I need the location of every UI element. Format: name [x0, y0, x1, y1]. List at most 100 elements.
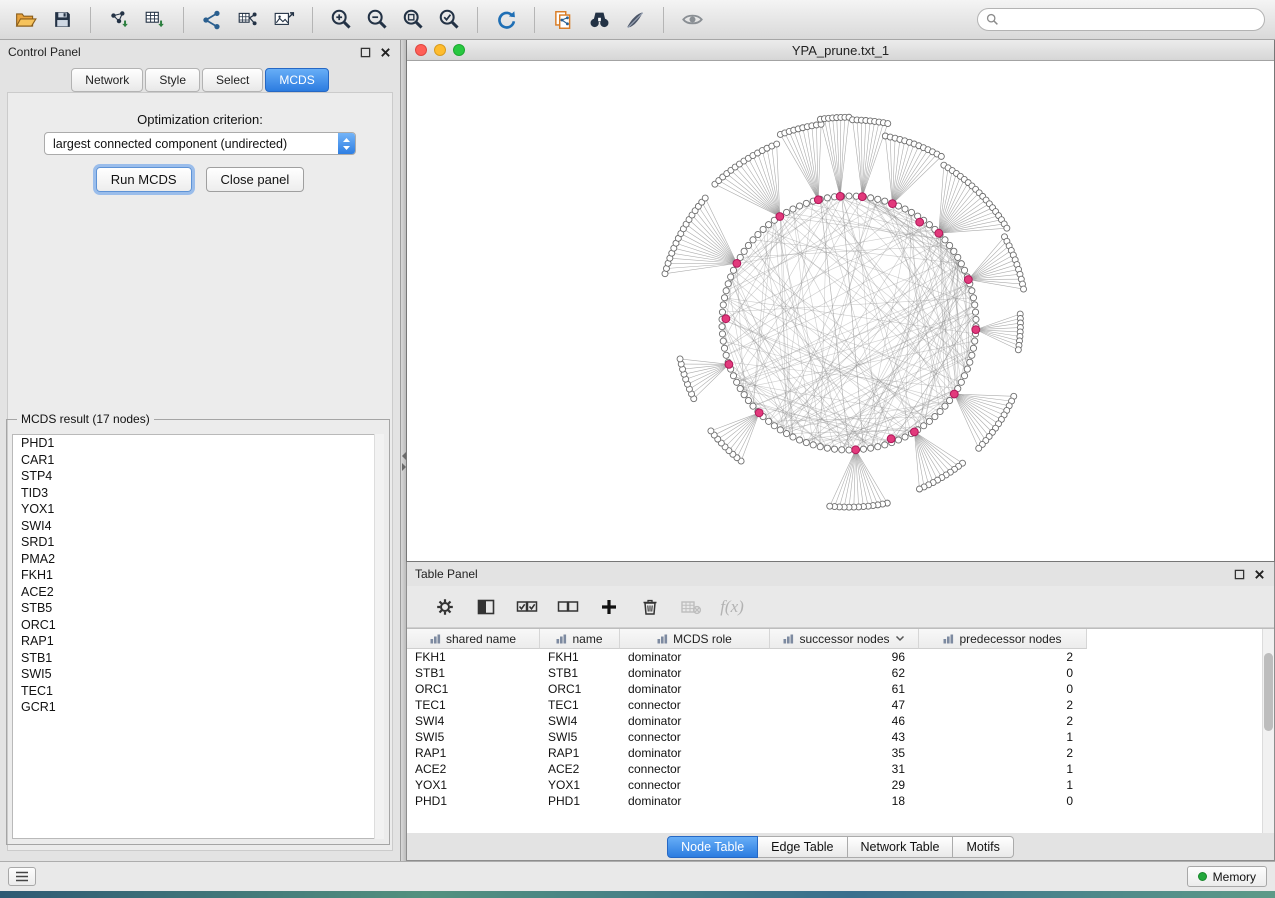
search-input[interactable]: [1004, 13, 1256, 27]
table-row[interactable]: ORC1 ORC1 dominator 61 0: [407, 681, 1274, 697]
column-header-mcds-role[interactable]: MCDS role: [620, 629, 770, 649]
tab-select[interactable]: Select: [202, 68, 263, 92]
result-list-item[interactable]: STB5: [13, 600, 383, 617]
mcds-result-title: MCDS result (17 nodes): [17, 412, 154, 426]
table-vertical-scrollbar[interactable]: [1262, 629, 1274, 833]
column-header-shared-name[interactable]: shared name: [407, 629, 540, 649]
binoculars-icon: [588, 8, 611, 31]
table-row[interactable]: RAP1 RAP1 dominator 35 2: [407, 745, 1274, 761]
tab-network-table[interactable]: Network Table: [848, 836, 954, 858]
table-row[interactable]: FKH1 FKH1 dominator 96 2: [407, 649, 1274, 665]
window-zoom-button[interactable]: [453, 44, 465, 56]
result-list-item[interactable]: FKH1: [13, 567, 383, 584]
result-list-item[interactable]: SWI5: [13, 666, 383, 683]
window-close-button[interactable]: [415, 44, 427, 56]
tab-style[interactable]: Style: [145, 68, 200, 92]
result-list-item[interactable]: TEC1: [13, 683, 383, 700]
network-canvas[interactable]: [407, 61, 1274, 561]
task-history-button[interactable]: [8, 867, 36, 886]
table-row[interactable]: SWI4 SWI4 dominator 46 2: [407, 713, 1274, 729]
tab-mcds[interactable]: MCDS: [265, 68, 328, 92]
result-list-item[interactable]: SWI4: [13, 518, 383, 535]
zoom-in-button[interactable]: [325, 5, 357, 35]
zoom-out-button[interactable]: [361, 5, 393, 35]
result-list-item[interactable]: STB1: [13, 650, 383, 667]
table-row[interactable]: STB1 STB1 dominator 62 0: [407, 665, 1274, 681]
select-all-icon: [516, 597, 538, 617]
deselect-all-button[interactable]: [556, 595, 580, 619]
column-header-predecessor-nodes[interactable]: predecessor nodes: [919, 629, 1087, 649]
close-panel-button[interactable]: [378, 45, 392, 59]
delete-table-button-disabled[interactable]: [679, 595, 703, 619]
tab-network[interactable]: Network: [71, 68, 143, 92]
network-window-titlebar[interactable]: YPA_prune.txt_1: [407, 40, 1274, 61]
memory-button[interactable]: Memory: [1187, 866, 1267, 887]
spinner-arrows-icon: [342, 137, 351, 151]
cell-name: RAP1: [540, 746, 620, 760]
table-row[interactable]: SWI5 SWI5 connector 43 1: [407, 729, 1274, 745]
run-mcds-button[interactable]: Run MCDS: [96, 167, 192, 192]
result-list-item[interactable]: RAP1: [13, 633, 383, 650]
network-from-table-button[interactable]: [232, 5, 264, 35]
save-button[interactable]: [46, 5, 78, 35]
cell-successor-nodes: 96: [770, 650, 919, 664]
result-list-item[interactable]: PHD1: [13, 435, 383, 452]
window-minimize-button[interactable]: [434, 44, 446, 56]
import-network-button[interactable]: [103, 5, 135, 35]
export-image-button[interactable]: [268, 5, 300, 35]
table-settings-button[interactable]: [433, 595, 457, 619]
close-table-panel-button[interactable]: [1252, 567, 1266, 581]
result-list-item[interactable]: CAR1: [13, 452, 383, 469]
add-column-button[interactable]: [597, 595, 621, 619]
float-table-panel-button[interactable]: [1232, 567, 1246, 581]
zoom-fit-button[interactable]: [397, 5, 429, 35]
result-list-item[interactable]: ACE2: [13, 584, 383, 601]
cell-name: SWI4: [540, 714, 620, 728]
result-list-item[interactable]: TID3: [13, 485, 383, 502]
cell-predecessor-nodes: 0: [919, 682, 1087, 696]
splitter-collapse-handle[interactable]: [401, 448, 406, 474]
tab-edge-table[interactable]: Edge Table: [758, 836, 847, 858]
select-all-button[interactable]: [515, 595, 539, 619]
table-row[interactable]: PHD1 PHD1 dominator 18 0: [407, 793, 1274, 809]
criterion-select[interactable]: largest connected component (undirected): [44, 132, 356, 155]
toggle-visibility-button[interactable]: [676, 5, 708, 35]
table-row[interactable]: ACE2 ACE2 connector 31 1: [407, 761, 1274, 777]
tab-motifs[interactable]: Motifs: [953, 836, 1013, 858]
result-list-item[interactable]: STP4: [13, 468, 383, 485]
result-list-item[interactable]: YOX1: [13, 501, 383, 518]
tab-node-table[interactable]: Node Table: [667, 836, 758, 858]
table-row[interactable]: YOX1 YOX1 connector 29 1: [407, 777, 1274, 793]
close-panel-action-button[interactable]: Close panel: [206, 167, 305, 192]
column-header-name[interactable]: name: [540, 629, 620, 649]
column-label: MCDS role: [673, 632, 732, 646]
import-table-button[interactable]: [139, 5, 171, 35]
copy-network-button[interactable]: [547, 5, 579, 35]
column-header-successor-nodes[interactable]: successor nodes: [770, 629, 919, 649]
network-graph[interactable]: [407, 61, 1274, 561]
search-binoculars-button[interactable]: [583, 5, 615, 35]
control-panel-tabs: Network Style Select MCDS: [0, 68, 400, 92]
network-search[interactable]: [977, 8, 1265, 31]
show-columns-button[interactable]: [474, 595, 498, 619]
cell-shared-name: ORC1: [407, 682, 540, 696]
column-label: shared name: [446, 632, 516, 646]
refresh-layout-button[interactable]: [490, 5, 522, 35]
result-list-scrollbar[interactable]: [374, 434, 384, 839]
result-list-item[interactable]: PMA2: [13, 551, 383, 568]
function-builder-button-disabled[interactable]: f(x): [720, 595, 744, 619]
new-network-button[interactable]: [196, 5, 228, 35]
result-list-item[interactable]: GCR1: [13, 699, 383, 716]
delete-column-button[interactable]: [638, 595, 662, 619]
float-panel-button[interactable]: [358, 45, 372, 59]
panel-splitter[interactable]: [401, 40, 406, 861]
scrollbar-thumb[interactable]: [1264, 653, 1273, 731]
cell-shared-name: TEC1: [407, 698, 540, 712]
result-list-item[interactable]: SRD1: [13, 534, 383, 551]
table-row[interactable]: TEC1 TEC1 connector 47 2: [407, 697, 1274, 713]
toolbar-separator: [534, 7, 535, 33]
result-list-item[interactable]: ORC1: [13, 617, 383, 634]
open-folder-button[interactable]: [10, 5, 42, 35]
apply-style-button[interactable]: [619, 5, 651, 35]
zoom-selected-button[interactable]: [433, 5, 465, 35]
